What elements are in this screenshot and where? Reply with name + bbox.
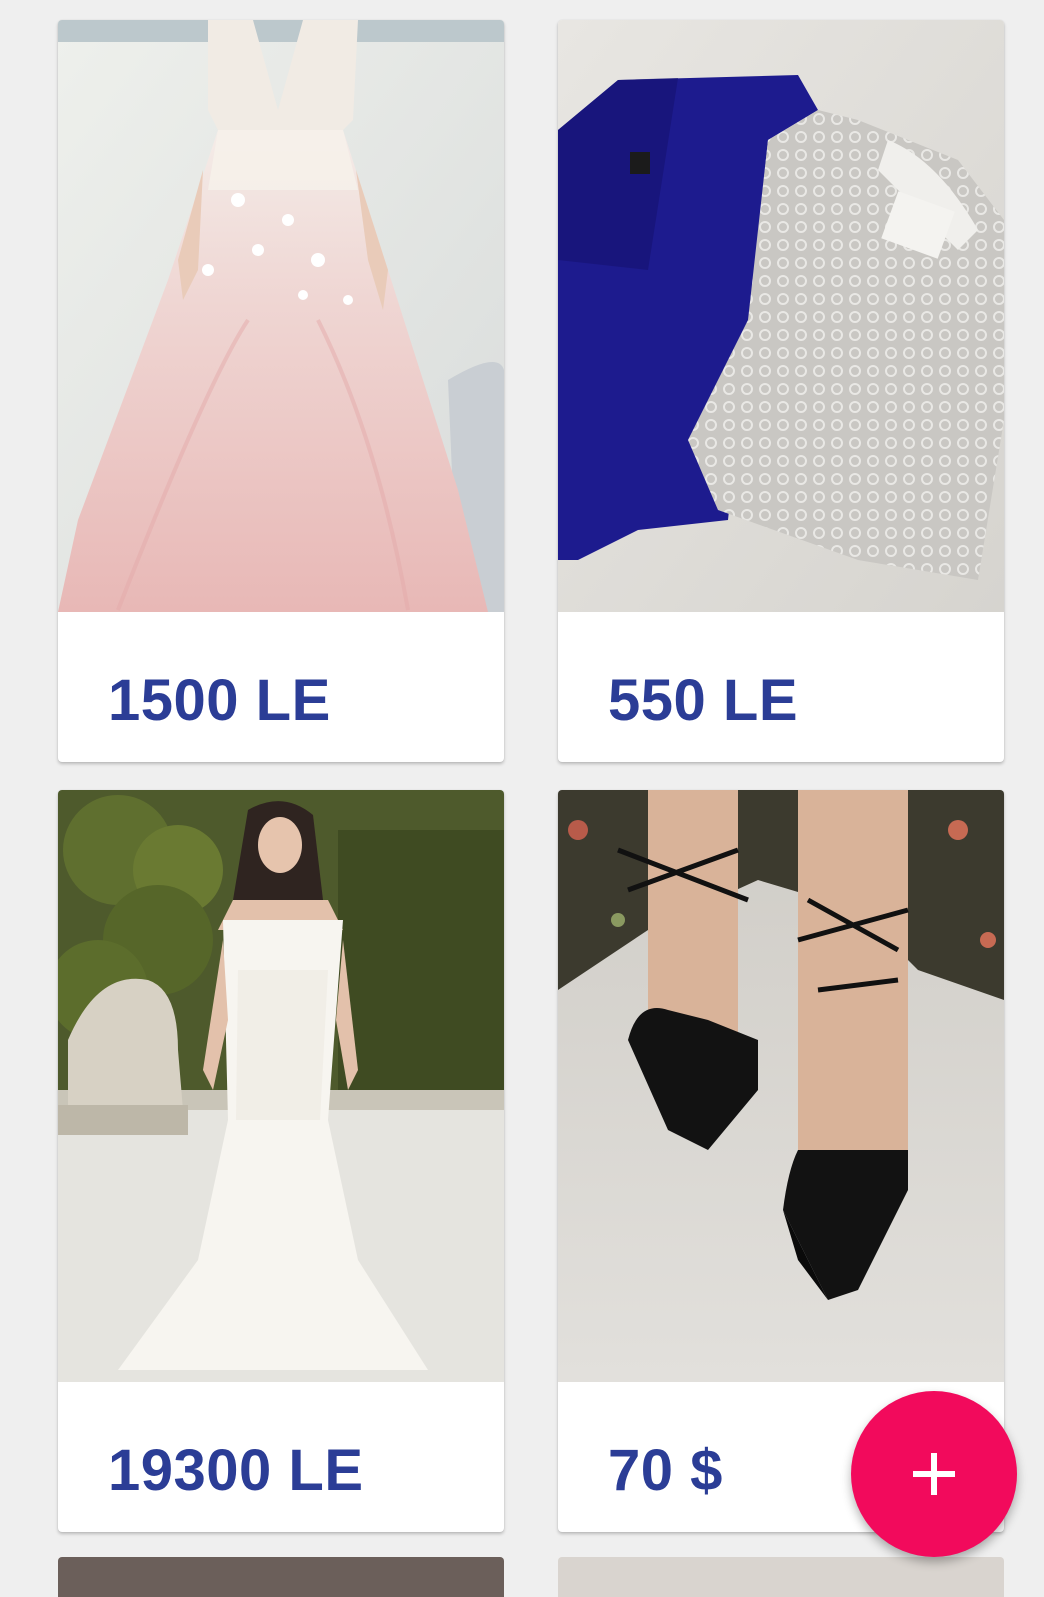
listing-card[interactable]: 19300 LE <box>58 790 504 1532</box>
listing-card[interactable]: 1500 LE <box>58 20 504 762</box>
listing-photo[interactable] <box>58 790 504 1382</box>
listing-photo[interactable] <box>58 20 504 612</box>
listing-price: 70 $ <box>608 1438 723 1503</box>
listing-photo[interactable] <box>558 790 1004 1382</box>
listing-price: 19300 LE <box>108 1438 364 1503</box>
listing-price: 1500 LE <box>108 668 331 733</box>
pink-gown-image <box>58 20 504 612</box>
heels-image <box>558 790 1004 1382</box>
listings-grid: 1500 LE 550 LE 19300 LE 70 $ <box>0 0 1044 1597</box>
tops-image <box>558 20 1004 612</box>
listing-card[interactable] <box>558 1557 1004 1597</box>
wedding-dress-image <box>58 790 504 1382</box>
listing-price: 550 LE <box>608 668 798 733</box>
listing-photo[interactable] <box>558 20 1004 612</box>
listing-card[interactable] <box>58 1557 504 1597</box>
plus-icon <box>913 1453 955 1495</box>
add-listing-button[interactable] <box>851 1391 1017 1557</box>
listing-card[interactable]: 550 LE <box>558 20 1004 762</box>
